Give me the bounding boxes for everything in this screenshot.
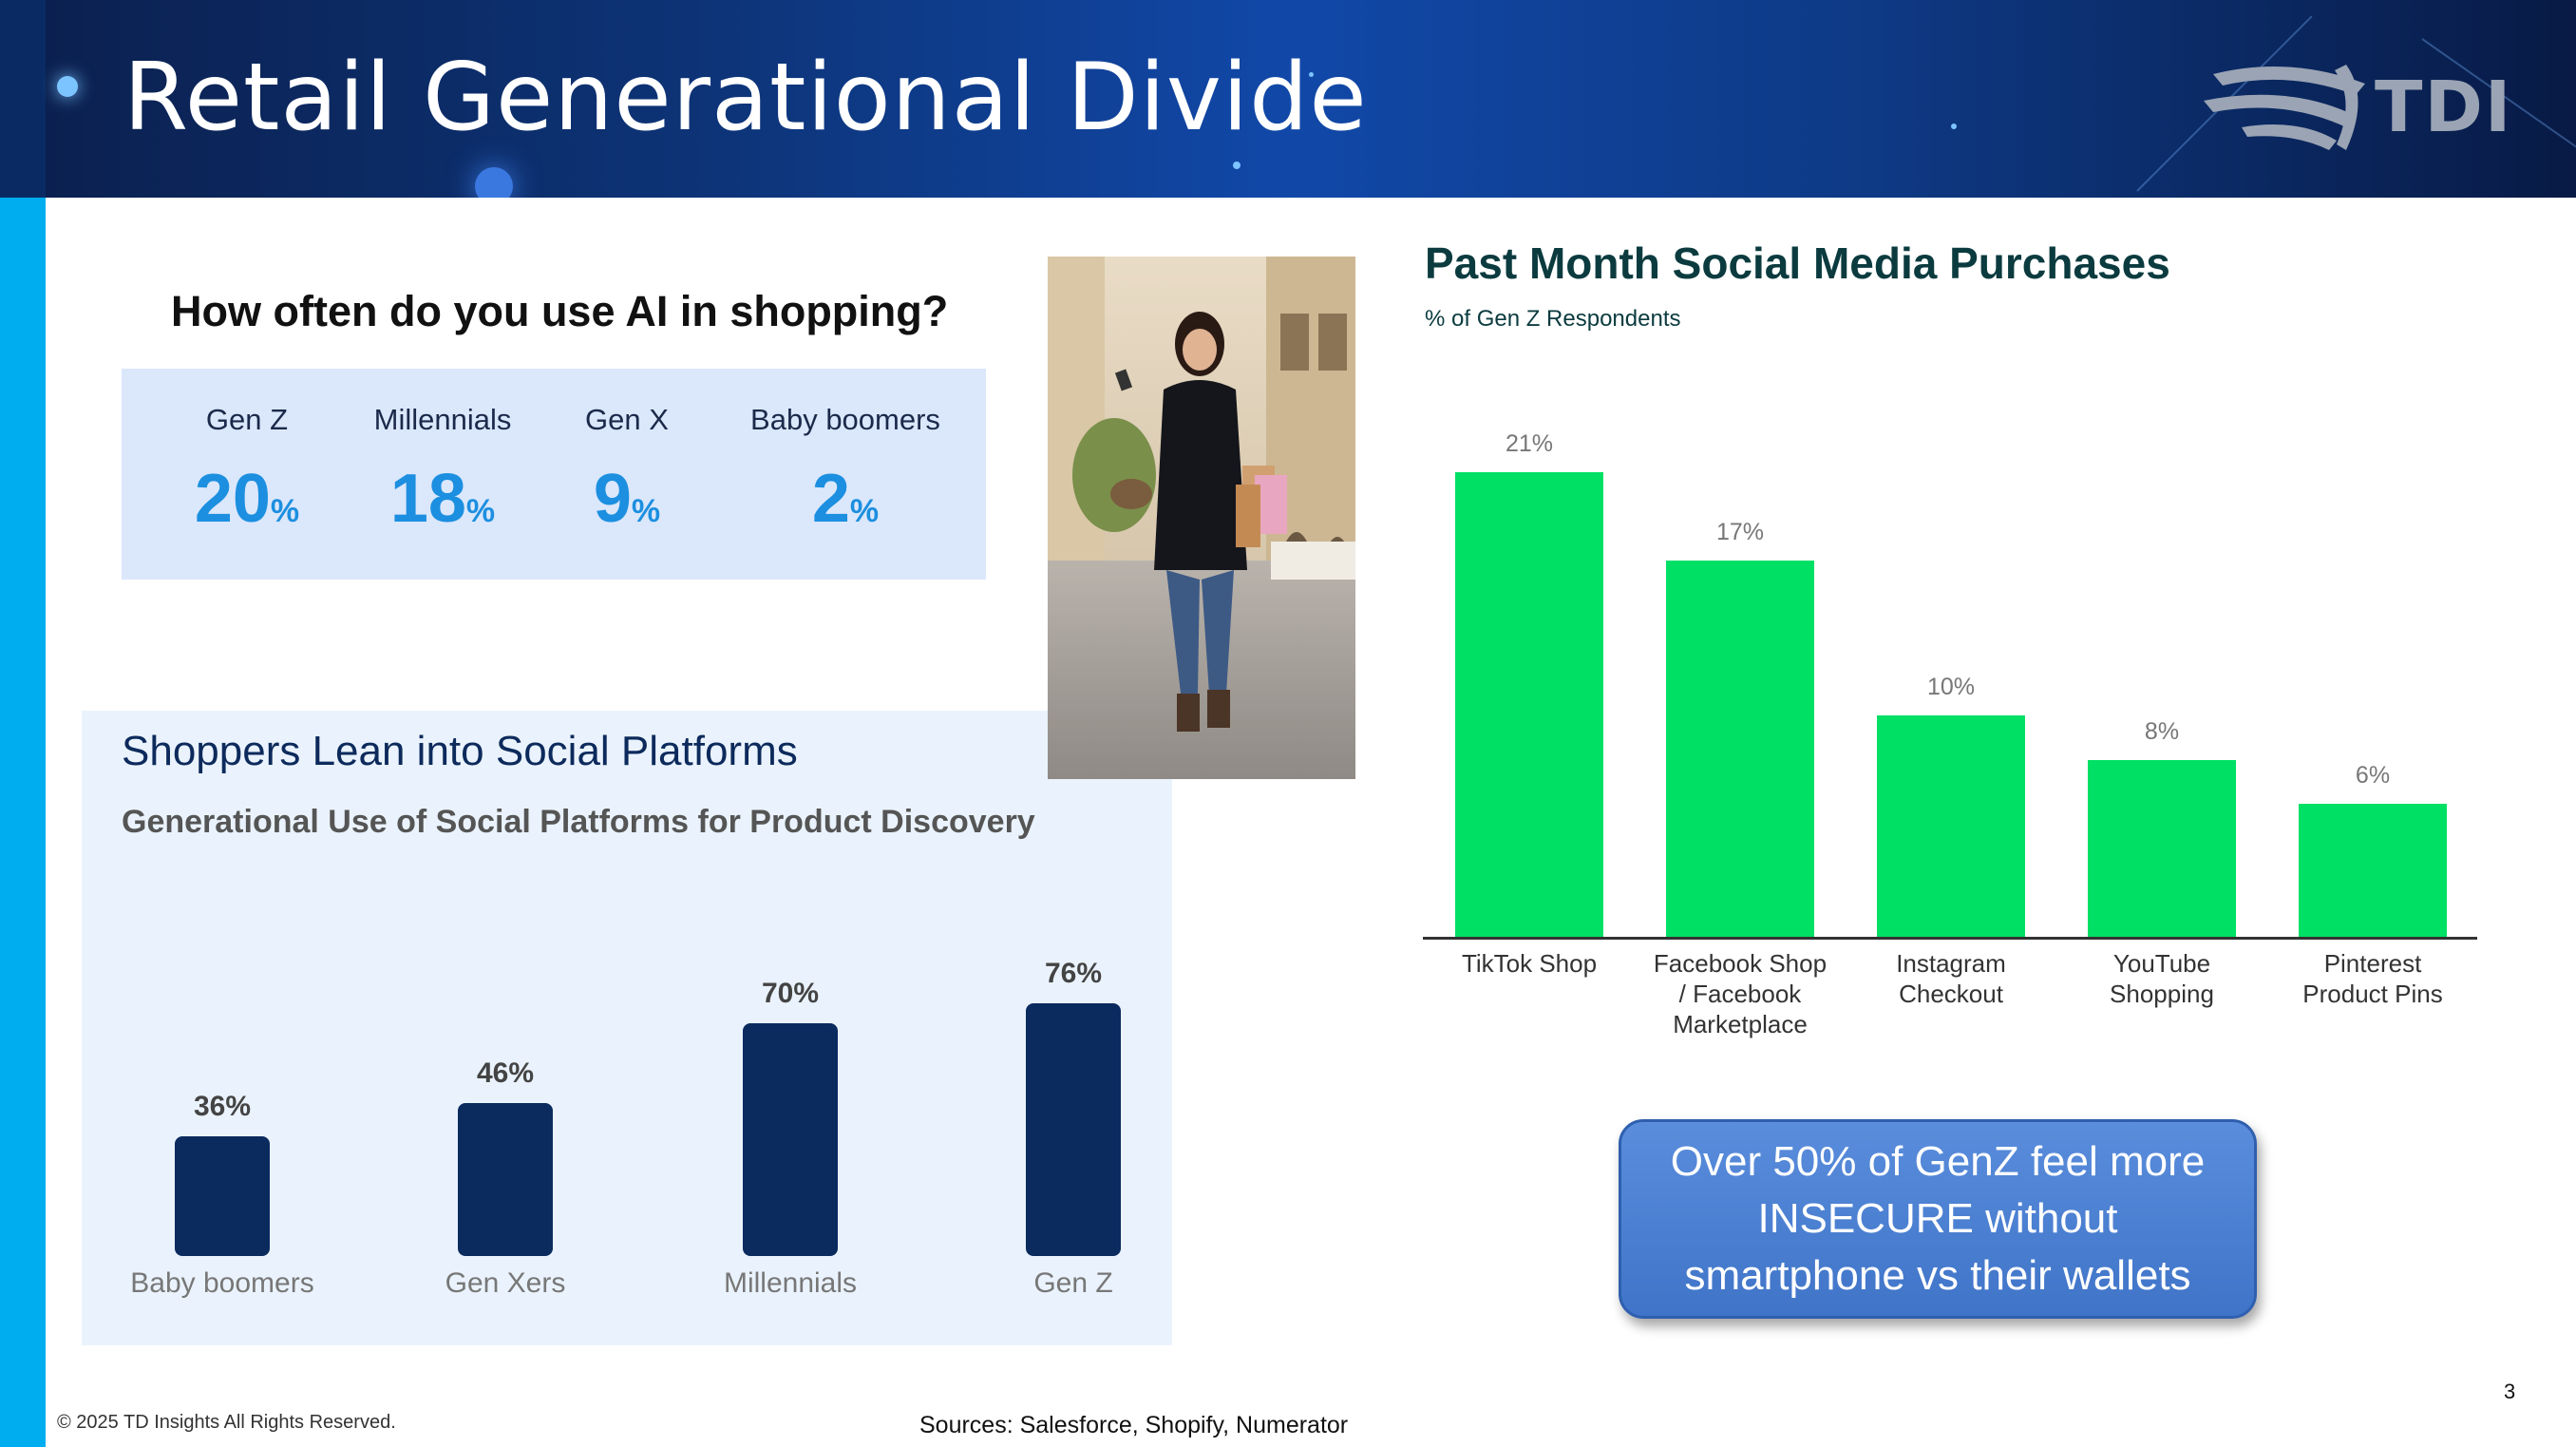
generational-bar xyxy=(1026,1003,1121,1256)
left-accent-bar xyxy=(0,198,46,1447)
ai-usage-value: 9% xyxy=(513,460,741,538)
ai-usage-question: How often do you use AI in shopping? xyxy=(171,287,949,335)
decorative-dot xyxy=(57,76,78,97)
social-purchases-category-label: TikTok Shop xyxy=(1425,948,1634,979)
social-purchases-title: Past Month Social Media Purchases xyxy=(1425,238,2170,288)
callout-line: smartphone vs their wallets xyxy=(1684,1252,2191,1299)
generational-bar-category-label: Gen Z xyxy=(1033,1267,1113,1299)
social-purchases-value-label: 6% xyxy=(2355,762,2391,790)
ai-usage-value: 20% xyxy=(133,460,361,538)
social-purchases-category-label: Facebook Shop / Facebook Marketplace xyxy=(1636,948,1845,1039)
shoppers-subtitle: Generational Use of Social Platforms for… xyxy=(122,804,1035,840)
ai-usage-number: 18 xyxy=(389,461,466,537)
social-purchases-bar xyxy=(1877,715,2025,937)
category-label-line: Facebook Shop xyxy=(1653,949,1828,978)
callout-line: INSECURE without xyxy=(1757,1195,2118,1242)
generational-bar-value-label: 36% xyxy=(193,1091,252,1122)
ai-usage-unit: % xyxy=(270,493,300,529)
decorative-dot xyxy=(1233,162,1241,169)
ai-usage-unit: % xyxy=(849,493,880,529)
callout-line: Over 50% of GenZ feel more xyxy=(1670,1138,2206,1185)
social-purchases-category-label: YouTube Shopping xyxy=(2057,948,2266,1009)
genz-insecurity-callout: Over 50% of GenZ feel more INSECURE with… xyxy=(1619,1119,2257,1319)
page-number: 3 xyxy=(2504,1380,2516,1403)
generational-bar-category-label: Baby boomers xyxy=(130,1267,314,1299)
ai-usage-panel: Gen Z 20% Millennials 18% Gen X 9% Baby … xyxy=(122,369,986,580)
generational-bar-category-label: Millennials xyxy=(723,1267,858,1299)
ai-usage-value: 2% xyxy=(731,460,959,538)
category-label-line: Checkout xyxy=(1899,980,2003,1008)
social-purchases-subtitle: % of Gen Z Respondents xyxy=(1425,306,1681,332)
social-purchases-x-axis xyxy=(1423,937,2477,940)
ai-usage-item-boomers: Baby boomers 2% xyxy=(731,403,959,538)
ai-usage-label: Gen X xyxy=(585,403,669,436)
ai-usage-number: 2 xyxy=(811,461,850,537)
category-label-line: Product Pins xyxy=(2302,980,2443,1008)
social-purchases-bar xyxy=(1666,560,1814,937)
category-label-line: Pinterest xyxy=(2323,949,2422,978)
decorative-dot xyxy=(475,167,513,198)
ai-usage-unit: % xyxy=(631,493,661,529)
sources-text: Sources: Salesforce, Shopify, Numerator xyxy=(919,1412,1349,1438)
category-label-line: Shopping xyxy=(2110,980,2214,1008)
ai-usage-number: 9 xyxy=(593,461,632,537)
social-purchases-value-label: 17% xyxy=(1715,518,1765,545)
generational-bar-value-label: 70% xyxy=(761,978,820,1009)
header-accent-strip xyxy=(0,0,46,198)
category-label-line: Instagram xyxy=(1896,949,2006,978)
ai-usage-label: Baby boomers xyxy=(750,403,940,436)
generational-bar-category-label: Gen Xers xyxy=(445,1267,566,1299)
decorative-dot xyxy=(1951,124,1957,129)
shoppers-title: Shoppers Lean into Social Platforms xyxy=(122,728,798,774)
social-purchases-value-label: 21% xyxy=(1505,429,1554,457)
copyright-text: © 2025 TD Insights All Rights Reserved. xyxy=(57,1412,396,1433)
category-label-line: Marketplace xyxy=(1673,1010,1808,1038)
category-label-line: YouTube xyxy=(2112,949,2211,978)
page-title: Retail Generational Divide xyxy=(123,44,1368,152)
generational-bar xyxy=(743,1023,838,1256)
social-purchases-value-label: 10% xyxy=(1926,674,1976,700)
social-purchases-category-label: Instagram Checkout xyxy=(1847,948,2055,1009)
generational-bar-value-label: 76% xyxy=(1044,958,1103,989)
shopper-photo xyxy=(1048,257,1355,779)
ai-usage-item-genx: Gen X 9% xyxy=(513,403,741,538)
ai-usage-label: Gen Z xyxy=(205,403,289,436)
social-purchases-bar xyxy=(2088,759,2236,937)
category-label-line: / Facebook xyxy=(1678,980,1802,1008)
social-purchases-bar xyxy=(2299,804,2447,937)
category-label-line: TikTok Shop xyxy=(1461,949,1598,978)
header-banner: Retail Generational Divide TDI xyxy=(0,0,2576,198)
generational-bar xyxy=(175,1136,270,1256)
logo-text: TDI xyxy=(2375,67,2513,148)
generational-bar-value-label: 46% xyxy=(476,1057,535,1089)
social-purchases-bar xyxy=(1455,471,1603,937)
social-purchases-category-label: Pinterest Product Pins xyxy=(2268,948,2477,1009)
ai-usage-unit: % xyxy=(465,493,496,529)
ai-usage-item-genz: Gen Z 20% xyxy=(133,403,361,538)
social-purchases-value-label: 8% xyxy=(2144,717,2180,745)
ai-usage-number: 20 xyxy=(194,461,271,537)
generational-bar xyxy=(458,1103,553,1256)
